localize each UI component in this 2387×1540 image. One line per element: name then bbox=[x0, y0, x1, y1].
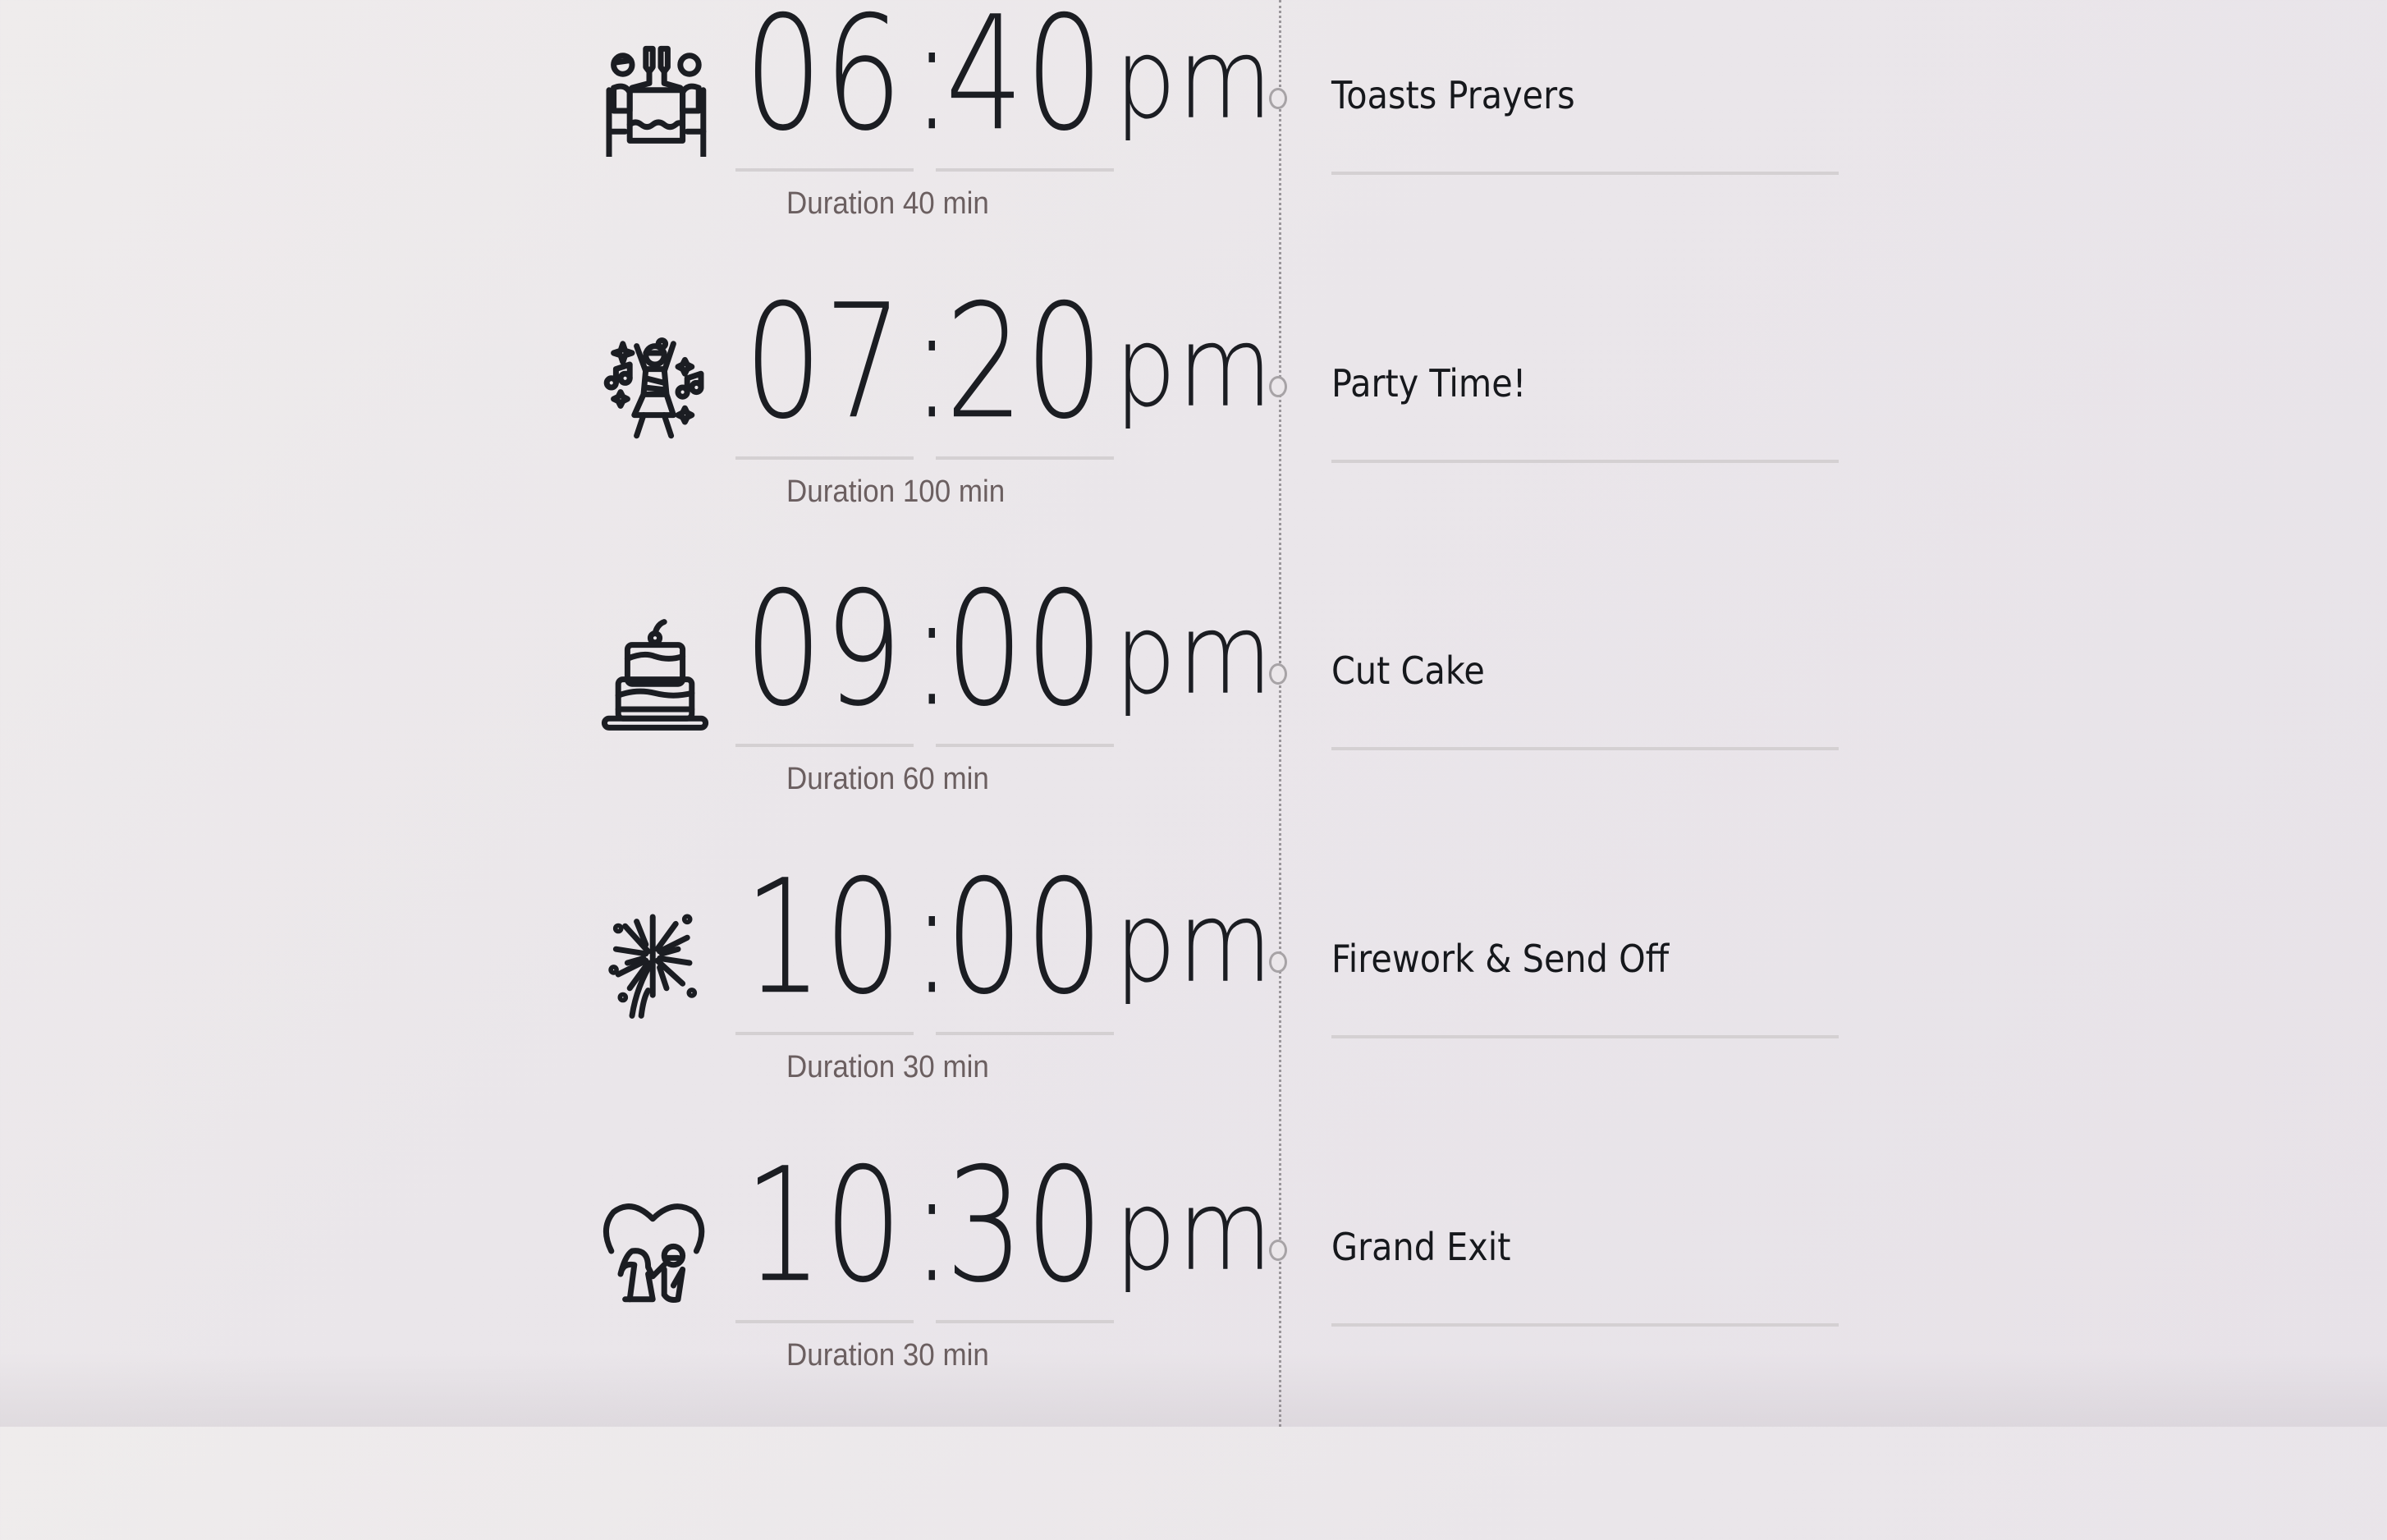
time-ampm[interactable]: pm bbox=[1115, 0, 1272, 163]
time-separator: : bbox=[911, 0, 955, 167]
event-title[interactable]: Cut Cake bbox=[1331, 649, 1485, 693]
wedding-cake-icon bbox=[598, 617, 712, 732]
title-underline bbox=[1331, 1035, 1839, 1038]
timeline-node bbox=[1269, 951, 1287, 973]
time-ampm[interactable]: pm bbox=[1115, 857, 1272, 1027]
timeline-node bbox=[1269, 376, 1287, 397]
time-ampm[interactable]: pm bbox=[1115, 569, 1272, 739]
title-underline bbox=[1331, 172, 1839, 175]
time-minutes[interactable]: 00 bbox=[936, 844, 1115, 1033]
time-separator: : bbox=[911, 846, 955, 1030]
time-ampm[interactable]: pm bbox=[1115, 1145, 1272, 1315]
hours-underline bbox=[735, 1032, 914, 1035]
hours-underline bbox=[735, 744, 914, 747]
time-minutes[interactable]: 20 bbox=[936, 268, 1115, 457]
hours-underline bbox=[735, 1320, 914, 1323]
time-separator: : bbox=[911, 1134, 955, 1318]
timeline-node bbox=[1269, 663, 1287, 685]
time-minutes[interactable]: 00 bbox=[936, 556, 1115, 745]
firework-icon bbox=[598, 905, 712, 1020]
time-separator: : bbox=[911, 271, 955, 455]
event-title[interactable]: Grand Exit bbox=[1331, 1225, 1511, 1269]
event-title[interactable]: Toasts Prayers bbox=[1331, 73, 1575, 117]
time-separator: : bbox=[911, 558, 955, 742]
duration-label: Duration 60 min bbox=[786, 762, 989, 796]
toast-dinner-icon bbox=[598, 42, 712, 160]
duration-label: Duration 30 min bbox=[786, 1050, 989, 1084]
time-minutes[interactable]: 30 bbox=[936, 1132, 1115, 1321]
minutes-underline bbox=[936, 168, 1114, 172]
hours-underline bbox=[735, 168, 914, 172]
event-title[interactable]: Firework & Send Off bbox=[1331, 937, 1669, 981]
timeline-node bbox=[1269, 88, 1287, 109]
hours-underline bbox=[735, 456, 914, 460]
couple-heart-icon bbox=[598, 1194, 712, 1309]
dancing-party-icon bbox=[598, 330, 712, 445]
duration-label: Duration 40 min bbox=[786, 186, 989, 221]
title-underline bbox=[1331, 747, 1839, 750]
minutes-underline bbox=[936, 1320, 1114, 1323]
time-ampm[interactable]: pm bbox=[1115, 282, 1272, 451]
bottom-shade bbox=[0, 1353, 2387, 1427]
minutes-underline bbox=[936, 744, 1114, 747]
time-hours[interactable]: 06 bbox=[735, 0, 914, 169]
time-hours[interactable]: 07 bbox=[735, 268, 914, 457]
time-minutes[interactable]: 40 bbox=[936, 0, 1115, 169]
minutes-underline bbox=[936, 456, 1114, 460]
minutes-underline bbox=[936, 1032, 1114, 1035]
event-title[interactable]: Party Time! bbox=[1331, 361, 1526, 406]
time-hours[interactable]: 10 bbox=[735, 1132, 914, 1321]
duration-label: Duration 100 min bbox=[786, 474, 1006, 509]
time-hours[interactable]: 09 bbox=[735, 556, 914, 745]
title-underline bbox=[1331, 1323, 1839, 1327]
timeline-node bbox=[1269, 1240, 1287, 1261]
time-hours[interactable]: 10 bbox=[735, 844, 914, 1033]
title-underline bbox=[1331, 460, 1839, 463]
